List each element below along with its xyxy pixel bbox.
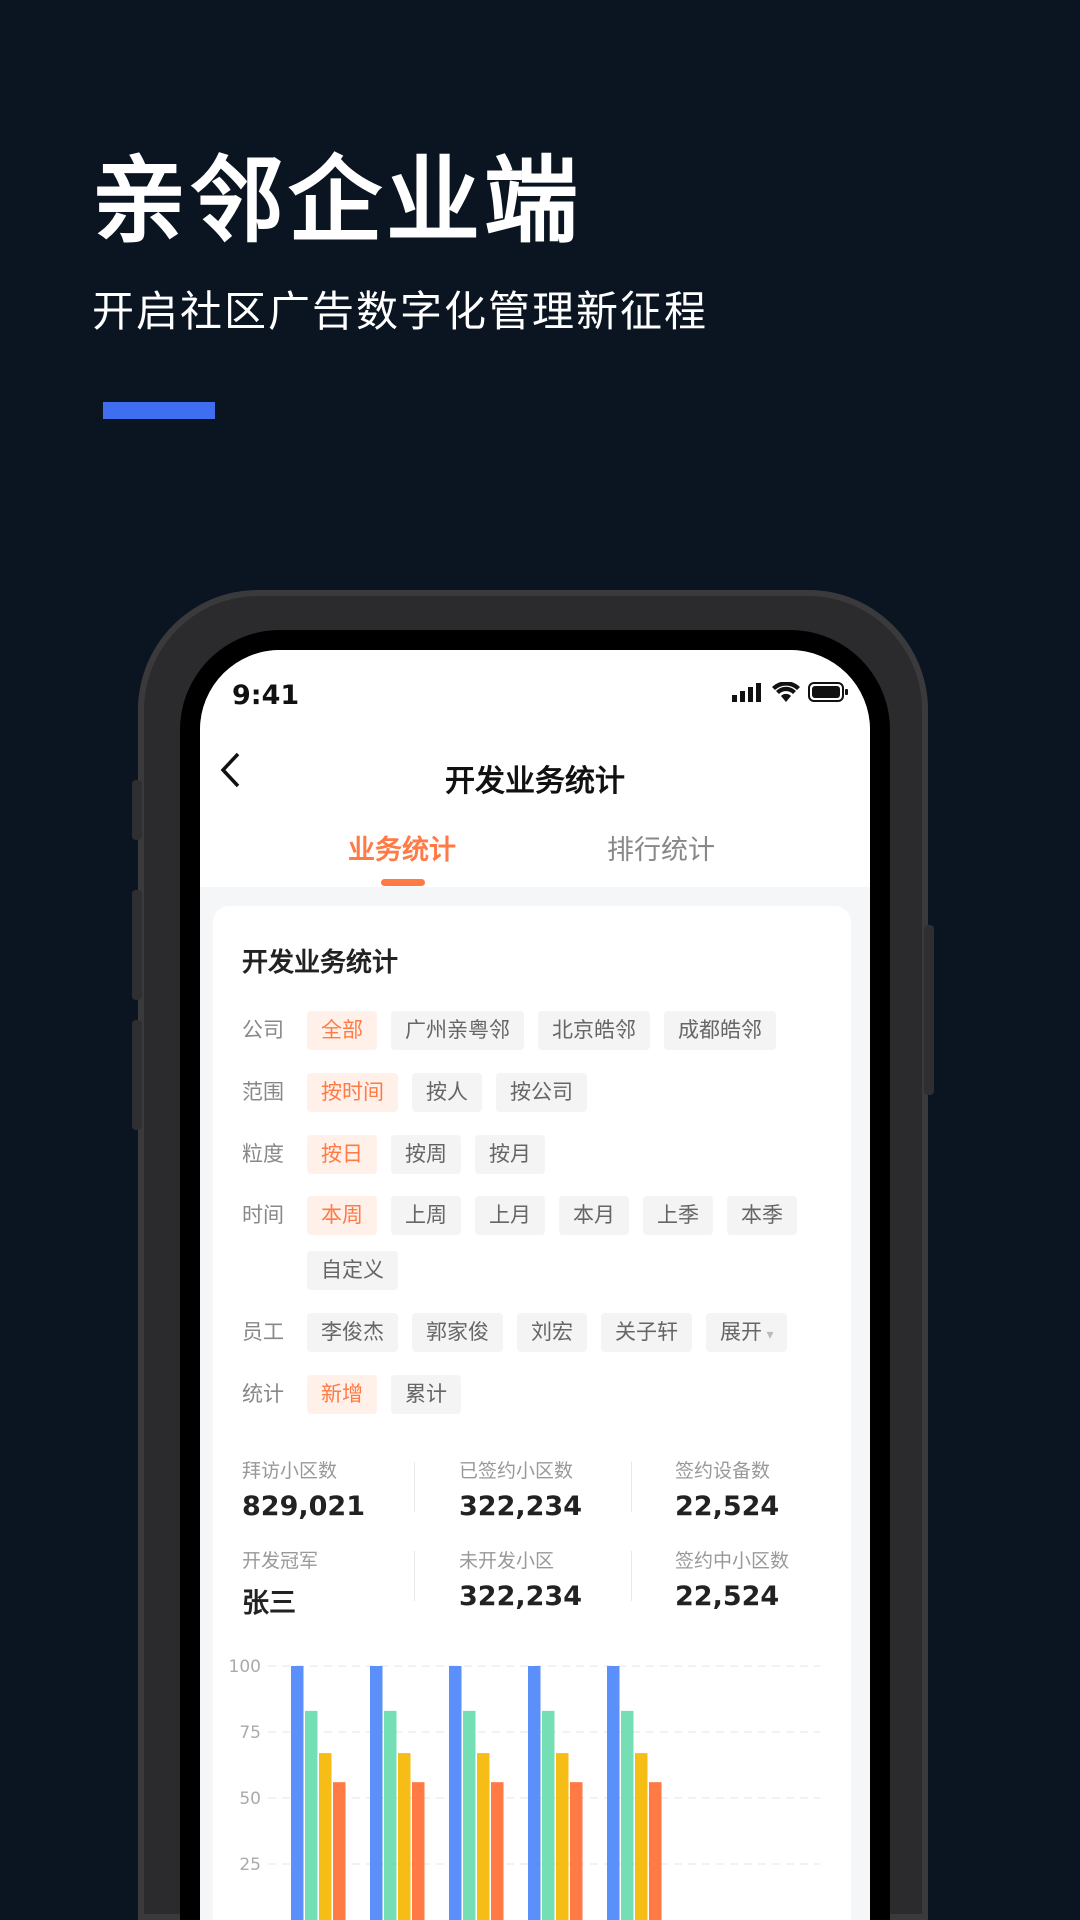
y-tick-label: 25 <box>239 1855 261 1875</box>
bar <box>398 1753 411 1920</box>
tab-ranking-stats[interactable]: 排行统计 <box>607 828 715 867</box>
bar <box>333 1782 346 1920</box>
bar <box>305 1710 318 1920</box>
tab-business-stats[interactable]: 业务统计 <box>348 828 456 867</box>
bar <box>477 1753 490 1920</box>
bar <box>291 1666 304 1920</box>
header: 9:41 开发业务统计 业务统计 排行统计 <box>200 650 870 887</box>
bar <box>635 1753 648 1920</box>
accent-bar <box>103 402 215 419</box>
bar <box>491 1782 504 1920</box>
status-time: 9:41 <box>232 680 300 711</box>
mute-button <box>132 780 142 840</box>
bar <box>463 1710 476 1920</box>
y-tick-label: 100 <box>229 1657 261 1677</box>
hero-title: 亲邻企业端 <box>92 147 583 256</box>
bar <box>528 1666 541 1920</box>
bar <box>556 1753 569 1920</box>
hero-subtitle: 开启社区广告数字化管理新征程 <box>92 287 709 336</box>
stats-card: 开发业务统计 公司 全部 广州亲粤邻 北京皓邻 成都皓邻 范围 按时间 按人 按公司 粒度 按日 按周… <box>213 906 851 1920</box>
y-tick-label: 75 <box>239 1723 261 1743</box>
status-icons <box>732 682 848 702</box>
bar <box>607 1666 620 1920</box>
bar <box>621 1710 634 1920</box>
bar <box>542 1710 555 1920</box>
page-title: 开发业务统计 <box>445 764 625 799</box>
bar <box>370 1666 383 1920</box>
bar-chart: 100 75 50 25 <box>229 1657 820 1920</box>
y-tick-label: 50 <box>239 1789 261 1809</box>
power-button <box>924 925 934 1095</box>
wifi-icon <box>772 682 800 702</box>
battery-icon <box>808 682 848 702</box>
bar <box>649 1782 662 1920</box>
volume-up-button <box>132 890 142 1000</box>
bar <box>570 1782 583 1920</box>
phone-screen: 9:41 开发业务统计 业务统计 排行统计 开发业务统计 公司 全部 广州亲粤邻 北京… <box>200 650 870 1920</box>
bar <box>319 1753 332 1920</box>
bar <box>384 1710 397 1920</box>
tab-indicator <box>381 879 425 886</box>
volume-down-button <box>132 1020 142 1130</box>
bar <box>449 1666 462 1920</box>
bar <box>412 1782 425 1920</box>
signal-icon <box>732 683 761 702</box>
